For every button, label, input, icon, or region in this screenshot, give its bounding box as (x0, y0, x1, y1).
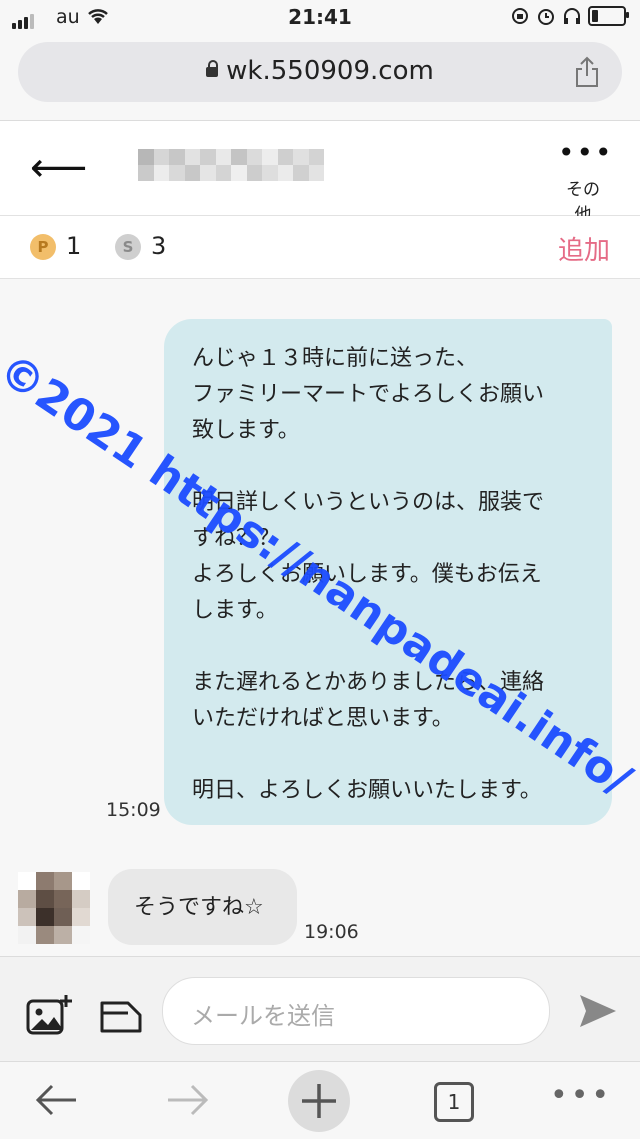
message-input[interactable]: メールを送信 (162, 977, 550, 1045)
sent-message-line: 致します。 (192, 418, 300, 443)
p-coin-icon: P (30, 234, 56, 260)
sent-message-bubble: んじゃ１３時に前に送った、ファミリーマートでよろしくお願い 致します。 明日詳しく… (164, 319, 612, 825)
sent-message-line: すね？？ (192, 526, 281, 551)
sent-message-line (192, 449, 544, 485)
new-tab-button[interactable] (288, 1070, 350, 1132)
sent-message-line: 明日、よろしくお願いいたします。 (192, 778, 542, 803)
headphones-icon (564, 8, 580, 24)
sent-message-text: んじゃ１３時に前に送った、ファミリーマートでよろしくお願い 致します。 明日詳しく… (192, 341, 544, 809)
browser-address-area: wk.550909.com (0, 36, 640, 121)
sent-message-line: 明日詳しくいうというのは、服装で (192, 490, 545, 515)
chat-header: ⟵ ••• その他 (0, 121, 640, 225)
pixelated-username (138, 149, 324, 181)
browser-toolbar: 1 ••• (0, 1061, 640, 1139)
add-points-button[interactable]: 追加 (558, 230, 610, 267)
sent-message-line: また遅れるとかありましたら、連絡 (192, 670, 545, 695)
alarm-icon (538, 9, 554, 25)
sent-message-line: いただければと思います。 (192, 706, 454, 731)
sent-message-line: んじゃ１３時に前に送った、 (192, 346, 479, 371)
plus-icon (302, 1084, 336, 1118)
s-coin-icon: S (115, 234, 141, 260)
browser-back-icon[interactable] (34, 1082, 78, 1118)
template-icon[interactable] (98, 999, 144, 1035)
sent-message-line: ファミリーマートでよろしくお願い (192, 382, 545, 407)
compose-bar: メールを送信 (0, 956, 640, 1061)
points-row: P 1 S 3 追加 (0, 216, 640, 279)
battery-icon (588, 6, 629, 26)
received-message-bubble: そうですね☆ (108, 869, 297, 945)
status-bar: au 21:41 (0, 0, 640, 36)
s-count: 3 (151, 232, 167, 260)
send-icon[interactable] (578, 993, 618, 1029)
tab-count-button[interactable]: 1 (434, 1082, 474, 1122)
url-text: wk.550909.com (226, 56, 434, 86)
sent-message-line: します。 (192, 598, 278, 623)
lock-icon (206, 60, 219, 77)
message-input-placeholder: メールを送信 (191, 1002, 335, 1030)
received-message-text: そうですね☆ (134, 895, 264, 920)
sent-message-line (192, 737, 544, 773)
message-list[interactable]: んじゃ１３時に前に送った、ファミリーマートでよろしくお願い 致します。 明日詳しく… (0, 279, 640, 956)
received-timestamp: 19:06 (304, 921, 359, 943)
back-arrow-icon[interactable]: ⟵ (30, 148, 87, 188)
browser-forward-icon[interactable] (166, 1082, 210, 1118)
add-image-icon[interactable] (26, 995, 74, 1035)
more-dots-icon: ••• (558, 136, 614, 169)
sent-timestamp: 15:09 (106, 799, 161, 821)
browser-more-icon[interactable]: ••• (550, 1081, 612, 1111)
sent-message-line: よろしくお願いします。僕もお伝え (192, 562, 542, 587)
address-bar[interactable]: wk.550909.com (18, 42, 622, 102)
orientation-lock-icon (512, 8, 528, 24)
p-count: 1 (66, 232, 82, 260)
sent-message-line (192, 629, 544, 665)
avatar[interactable] (18, 872, 90, 944)
more-menu[interactable]: ••• その他 (558, 136, 614, 226)
share-icon[interactable] (574, 56, 600, 88)
